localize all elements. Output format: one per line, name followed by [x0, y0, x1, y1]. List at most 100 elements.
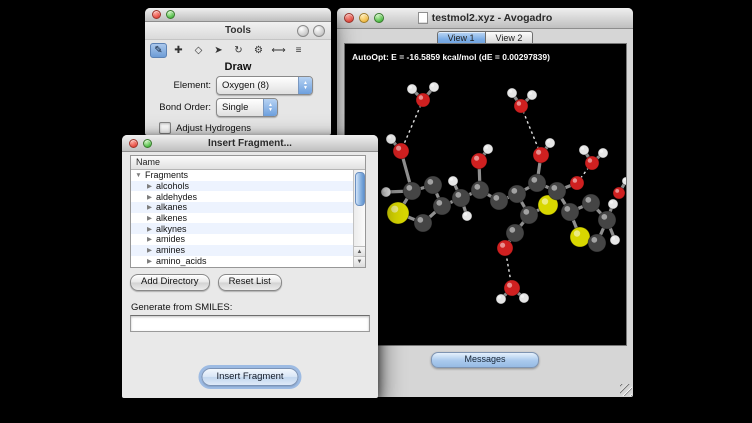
fragment-titlebar[interactable]: Insert Fragment...: [122, 135, 378, 152]
bond-order-dropdown[interactable]: Single ▲▼: [216, 98, 278, 117]
reset-list-button[interactable]: Reset List: [218, 274, 282, 291]
list-column-header[interactable]: Name: [131, 156, 365, 170]
atom-C[interactable]: [471, 181, 489, 199]
atom-H[interactable]: [507, 88, 517, 98]
atom-C[interactable]: [598, 211, 616, 229]
add-directory-button[interactable]: Add Directory: [130, 274, 210, 291]
atom-S[interactable]: [570, 227, 590, 247]
list-item[interactable]: ▼Fragments: [131, 170, 354, 181]
atom-H[interactable]: [462, 211, 472, 221]
disclosure-closed-icon[interactable]: ▶: [145, 182, 154, 190]
list-item[interactable]: ▶alkanes: [131, 202, 354, 213]
list-item[interactable]: ▶amino_acids: [131, 256, 354, 267]
list-item[interactable]: ▶alcohols: [131, 181, 354, 192]
atom-H[interactable]: [448, 176, 458, 186]
disclosure-closed-icon[interactable]: ▶: [145, 193, 154, 201]
list-item[interactable]: ▶alkenes: [131, 213, 354, 224]
disclosure-open-icon[interactable]: ▼: [134, 172, 143, 179]
atom-C[interactable]: [582, 194, 600, 212]
draw-tool-icon[interactable]: ✎: [150, 43, 167, 58]
selection-tool-icon[interactable]: ➤: [210, 43, 227, 58]
zoom-button[interactable]: [374, 13, 384, 23]
atom-O[interactable]: [613, 187, 625, 199]
smiles-input[interactable]: [130, 315, 370, 332]
atom-C[interactable]: [414, 214, 432, 232]
atom-H[interactable]: [527, 90, 537, 100]
atom-H[interactable]: [610, 235, 620, 245]
navigate-tool-icon[interactable]: ✚: [170, 43, 187, 58]
scroll-down-icon[interactable]: ▼: [354, 256, 365, 267]
atom-O[interactable]: [416, 93, 430, 107]
disclosure-closed-icon[interactable]: ▶: [145, 235, 154, 243]
messages-button[interactable]: Messages: [431, 352, 539, 368]
auto-optimize-tool-icon[interactable]: ⚙: [250, 43, 267, 58]
atom-O[interactable]: [570, 176, 584, 190]
align-tool-icon[interactable]: ≡: [290, 43, 307, 58]
atom-C[interactable]: [561, 203, 579, 221]
list-item[interactable]: ▶amines: [131, 245, 354, 256]
atom-O[interactable]: [497, 240, 513, 256]
atom-C[interactable]: [508, 185, 526, 203]
dropdown-arrows-icon: ▲▼: [263, 99, 277, 116]
atom-H[interactable]: [386, 134, 396, 144]
atom-S[interactable]: [387, 202, 409, 224]
element-dropdown[interactable]: Oxygen (8) ▲▼: [216, 76, 313, 95]
atom-C[interactable]: [403, 182, 421, 200]
atom-H[interactable]: [598, 148, 608, 158]
atom-H[interactable]: [579, 145, 589, 155]
atom-C[interactable]: [424, 176, 442, 194]
scrollbar[interactable]: ▲ ▼: [353, 170, 365, 267]
scrollbar-thumb[interactable]: [355, 172, 365, 206]
atom-O[interactable]: [585, 156, 599, 170]
float-button[interactable]: [297, 25, 309, 37]
atom-O[interactable]: [514, 99, 528, 113]
atom-C[interactable]: [548, 182, 566, 200]
atom-O[interactable]: [471, 153, 487, 169]
atom-C[interactable]: [433, 197, 451, 215]
close-button[interactable]: [152, 10, 161, 19]
atom-C[interactable]: [520, 206, 538, 224]
atom-H[interactable]: [608, 199, 618, 209]
list-item[interactable]: ▶amides: [131, 234, 354, 245]
close-button[interactable]: [129, 139, 138, 148]
auto-rotate-tool-icon[interactable]: ↻: [230, 43, 247, 58]
atom-H[interactable]: [545, 138, 555, 148]
molecule-svg[interactable]: [345, 44, 626, 345]
atom-H[interactable]: [483, 144, 493, 154]
atom-H[interactable]: [407, 84, 417, 94]
adjust-hydrogens-checkbox[interactable]: [159, 122, 171, 134]
atom-H[interactable]: [429, 82, 439, 92]
list-item[interactable]: ▶aldehydes: [131, 191, 354, 202]
tools-dock-header[interactable]: Tools: [145, 22, 331, 40]
atom-C[interactable]: [528, 174, 546, 192]
zoom-button[interactable]: [143, 139, 152, 148]
minimize-button[interactable]: [359, 13, 369, 23]
atom-O[interactable]: [533, 147, 549, 163]
molecule-viewport[interactable]: AutoOpt: E = -16.5859 kcal/mol (dE = 0.0…: [344, 43, 627, 346]
disclosure-closed-icon[interactable]: ▶: [145, 225, 154, 233]
main-window-titlebar[interactable]: testmol2.xyz - Avogadro: [337, 8, 633, 29]
atom-H[interactable]: [381, 187, 391, 197]
tools-titlebar[interactable]: [145, 8, 331, 22]
atom-C[interactable]: [452, 189, 470, 207]
atom-C[interactable]: [490, 192, 508, 210]
disclosure-closed-icon[interactable]: ▶: [145, 214, 154, 222]
measure-tool-icon[interactable]: ⟷: [270, 43, 287, 58]
atom-O[interactable]: [504, 280, 520, 296]
resize-grip-icon[interactable]: [620, 384, 632, 396]
atom-H[interactable]: [519, 293, 529, 303]
close-button[interactable]: [344, 13, 354, 23]
list-item[interactable]: ▶alkynes: [131, 223, 354, 234]
disclosure-closed-icon[interactable]: ▶: [145, 203, 154, 211]
insert-fragment-button[interactable]: Insert Fragment: [201, 368, 298, 386]
disclosure-closed-icon[interactable]: ▶: [145, 246, 154, 254]
atom-H[interactable]: [496, 294, 506, 304]
close-dock-button[interactable]: [313, 25, 325, 37]
atom-O[interactable]: [393, 143, 409, 159]
bond-centric-tool-icon[interactable]: ◇: [190, 43, 207, 58]
disclosure-closed-icon[interactable]: ▶: [145, 257, 154, 265]
zoom-button[interactable]: [166, 10, 175, 19]
atom-C[interactable]: [588, 234, 606, 252]
atom-highlight: [601, 214, 607, 220]
atom-C[interactable]: [506, 224, 524, 242]
